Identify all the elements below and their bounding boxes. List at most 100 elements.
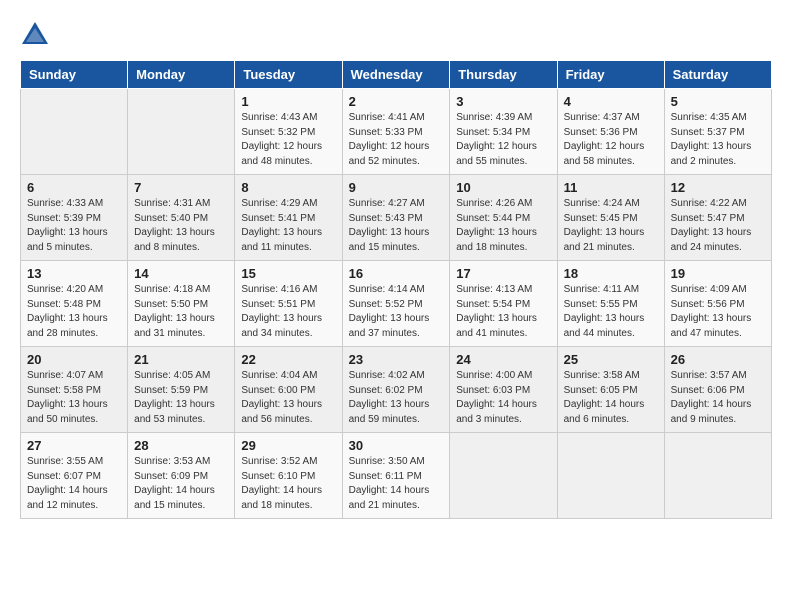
calendar-cell: 24 Sunrise: 4:00 AM Sunset: 6:03 PM Dayli… — [450, 347, 557, 433]
day-number: 26 — [671, 352, 765, 367]
day-info: Sunrise: 3:53 AM Sunset: 6:09 PM Dayligh… — [134, 455, 228, 513]
day-info: Sunrise: 4:14 AM Sunset: 5:52 PM Dayligh… — [349, 283, 444, 341]
calendar-cell: 9 Sunrise: 4:27 AM Sunset: 5:43 PM Daylig… — [342, 175, 450, 261]
day-number: 12 — [671, 180, 765, 195]
calendar-cell: 29Sunrise: 3:52 AM Sunset: 6:10 PM Dayli… — [235, 433, 342, 519]
calendar-cell: 18 Sunrise: 4:11 AM Sunset: 5:55 PM Dayli… — [557, 261, 664, 347]
calendar-cell: 22 Sunrise: 4:04 AM Sunset: 6:00 PM Dayli… — [235, 347, 342, 433]
day-number: 8 — [241, 180, 335, 195]
calendar-cell: 15 Sunrise: 4:16 AM Sunset: 5:51 PM Dayli… — [235, 261, 342, 347]
day-number: 13 — [27, 266, 121, 281]
day-number: 28 — [134, 438, 228, 453]
calendar-cell: 1Sunrise: 4:43 AM Sunset: 5:32 PM Daylig… — [235, 89, 342, 175]
logo — [20, 20, 54, 50]
calendar-cell: 13 Sunrise: 4:20 AM Sunset: 5:48 PM Dayli… — [21, 261, 128, 347]
day-number: 16 — [349, 266, 444, 281]
calendar-cell: 2 Sunrise: 4:41 AM Sunset: 5:33 PM Daylig… — [342, 89, 450, 175]
day-info: Sunrise: 4:11 AM Sunset: 5:55 PM Dayligh… — [564, 283, 658, 341]
day-number: 11 — [564, 180, 658, 195]
column-header-sunday: Sunday — [21, 61, 128, 89]
day-info: Sunrise: 4:04 AM Sunset: 6:00 PM Dayligh… — [241, 369, 335, 427]
calendar-cell: 26 Sunrise: 3:57 AM Sunset: 6:06 PM Dayli… — [664, 347, 771, 433]
day-info: Sunrise: 4:35 AM Sunset: 5:37 PM Dayligh… — [671, 111, 765, 169]
week-row-2: 6 Sunrise: 4:33 AM Sunset: 5:39 PM Daylig… — [21, 175, 772, 261]
column-header-monday: Monday — [128, 61, 235, 89]
day-info: Sunrise: 3:50 AM Sunset: 6:11 PM Dayligh… — [349, 455, 444, 513]
calendar-cell: 3 Sunrise: 4:39 AM Sunset: 5:34 PM Daylig… — [450, 89, 557, 175]
page-header — [20, 20, 772, 50]
day-number: 3 — [456, 94, 550, 109]
column-header-wednesday: Wednesday — [342, 61, 450, 89]
day-info: Sunrise: 4:27 AM Sunset: 5:43 PM Dayligh… — [349, 197, 444, 255]
day-info: Sunrise: 4:26 AM Sunset: 5:44 PM Dayligh… — [456, 197, 550, 255]
calendar-table: SundayMondayTuesdayWednesdayThursdayFrid… — [20, 60, 772, 519]
column-header-thursday: Thursday — [450, 61, 557, 89]
calendar-cell — [450, 433, 557, 519]
calendar-cell: 4Sunrise: 4:37 AM Sunset: 5:36 PM Daylig… — [557, 89, 664, 175]
calendar-cell: 14Sunrise: 4:18 AM Sunset: 5:50 PM Dayli… — [128, 261, 235, 347]
calendar-cell — [557, 433, 664, 519]
day-number: 5 — [671, 94, 765, 109]
day-number: 9 — [349, 180, 444, 195]
day-info: Sunrise: 4:33 AM Sunset: 5:39 PM Dayligh… — [27, 197, 121, 255]
day-number: 20 — [27, 352, 121, 367]
column-header-tuesday: Tuesday — [235, 61, 342, 89]
day-number: 30 — [349, 438, 444, 453]
calendar-cell: 25Sunrise: 3:58 AM Sunset: 6:05 PM Dayli… — [557, 347, 664, 433]
day-number: 23 — [349, 352, 444, 367]
calendar-cell: 7 Sunrise: 4:31 AM Sunset: 5:40 PM Daylig… — [128, 175, 235, 261]
day-number: 27 — [27, 438, 121, 453]
calendar-cell: 8 Sunrise: 4:29 AM Sunset: 5:41 PM Daylig… — [235, 175, 342, 261]
calendar-cell: 27 Sunrise: 3:55 AM Sunset: 6:07 PM Dayli… — [21, 433, 128, 519]
day-number: 6 — [27, 180, 121, 195]
day-number: 7 — [134, 180, 228, 195]
day-info: Sunrise: 4:41 AM Sunset: 5:33 PM Dayligh… — [349, 111, 444, 169]
day-info: Sunrise: 4:05 AM Sunset: 5:59 PM Dayligh… — [134, 369, 228, 427]
day-info: Sunrise: 4:09 AM Sunset: 5:56 PM Dayligh… — [671, 283, 765, 341]
calendar-cell: 10 Sunrise: 4:26 AM Sunset: 5:44 PM Dayli… — [450, 175, 557, 261]
calendar-cell: 6 Sunrise: 4:33 AM Sunset: 5:39 PM Daylig… — [21, 175, 128, 261]
logo-icon — [20, 20, 50, 50]
day-info: Sunrise: 4:00 AM Sunset: 6:03 PM Dayligh… — [456, 369, 550, 427]
day-number: 1 — [241, 94, 335, 109]
day-info: Sunrise: 4:29 AM Sunset: 5:41 PM Dayligh… — [241, 197, 335, 255]
day-number: 17 — [456, 266, 550, 281]
day-number: 22 — [241, 352, 335, 367]
week-row-3: 13 Sunrise: 4:20 AM Sunset: 5:48 PM Dayli… — [21, 261, 772, 347]
calendar-cell: 11Sunrise: 4:24 AM Sunset: 5:45 PM Dayli… — [557, 175, 664, 261]
day-number: 21 — [134, 352, 228, 367]
day-info: Sunrise: 4:31 AM Sunset: 5:40 PM Dayligh… — [134, 197, 228, 255]
day-info: Sunrise: 4:39 AM Sunset: 5:34 PM Dayligh… — [456, 111, 550, 169]
calendar-cell: 23 Sunrise: 4:02 AM Sunset: 6:02 PM Dayli… — [342, 347, 450, 433]
calendar-cell: 20 Sunrise: 4:07 AM Sunset: 5:58 PM Dayli… — [21, 347, 128, 433]
day-number: 25 — [564, 352, 658, 367]
day-info: Sunrise: 4:20 AM Sunset: 5:48 PM Dayligh… — [27, 283, 121, 341]
calendar-cell: 19 Sunrise: 4:09 AM Sunset: 5:56 PM Dayli… — [664, 261, 771, 347]
calendar-cell — [21, 89, 128, 175]
day-number: 24 — [456, 352, 550, 367]
day-number: 10 — [456, 180, 550, 195]
day-number: 18 — [564, 266, 658, 281]
day-number: 14 — [134, 266, 228, 281]
day-info: Sunrise: 4:13 AM Sunset: 5:54 PM Dayligh… — [456, 283, 550, 341]
calendar-cell: 12 Sunrise: 4:22 AM Sunset: 5:47 PM Dayli… — [664, 175, 771, 261]
week-row-4: 20 Sunrise: 4:07 AM Sunset: 5:58 PM Dayli… — [21, 347, 772, 433]
day-number: 4 — [564, 94, 658, 109]
day-info: Sunrise: 4:16 AM Sunset: 5:51 PM Dayligh… — [241, 283, 335, 341]
day-number: 29 — [241, 438, 335, 453]
calendar-cell: 16 Sunrise: 4:14 AM Sunset: 5:52 PM Dayli… — [342, 261, 450, 347]
day-info: Sunrise: 4:22 AM Sunset: 5:47 PM Dayligh… — [671, 197, 765, 255]
day-number: 15 — [241, 266, 335, 281]
day-info: Sunrise: 4:02 AM Sunset: 6:02 PM Dayligh… — [349, 369, 444, 427]
calendar-cell: 30 Sunrise: 3:50 AM Sunset: 6:11 PM Dayli… — [342, 433, 450, 519]
calendar-header-row: SundayMondayTuesdayWednesdayThursdayFrid… — [21, 61, 772, 89]
day-info: Sunrise: 3:57 AM Sunset: 6:06 PM Dayligh… — [671, 369, 765, 427]
calendar-cell: 28 Sunrise: 3:53 AM Sunset: 6:09 PM Dayli… — [128, 433, 235, 519]
day-info: Sunrise: 4:07 AM Sunset: 5:58 PM Dayligh… — [27, 369, 121, 427]
calendar-cell: 5 Sunrise: 4:35 AM Sunset: 5:37 PM Daylig… — [664, 89, 771, 175]
column-header-saturday: Saturday — [664, 61, 771, 89]
calendar-cell — [128, 89, 235, 175]
day-number: 2 — [349, 94, 444, 109]
day-number: 19 — [671, 266, 765, 281]
day-info: Sunrise: 3:55 AM Sunset: 6:07 PM Dayligh… — [27, 455, 121, 513]
